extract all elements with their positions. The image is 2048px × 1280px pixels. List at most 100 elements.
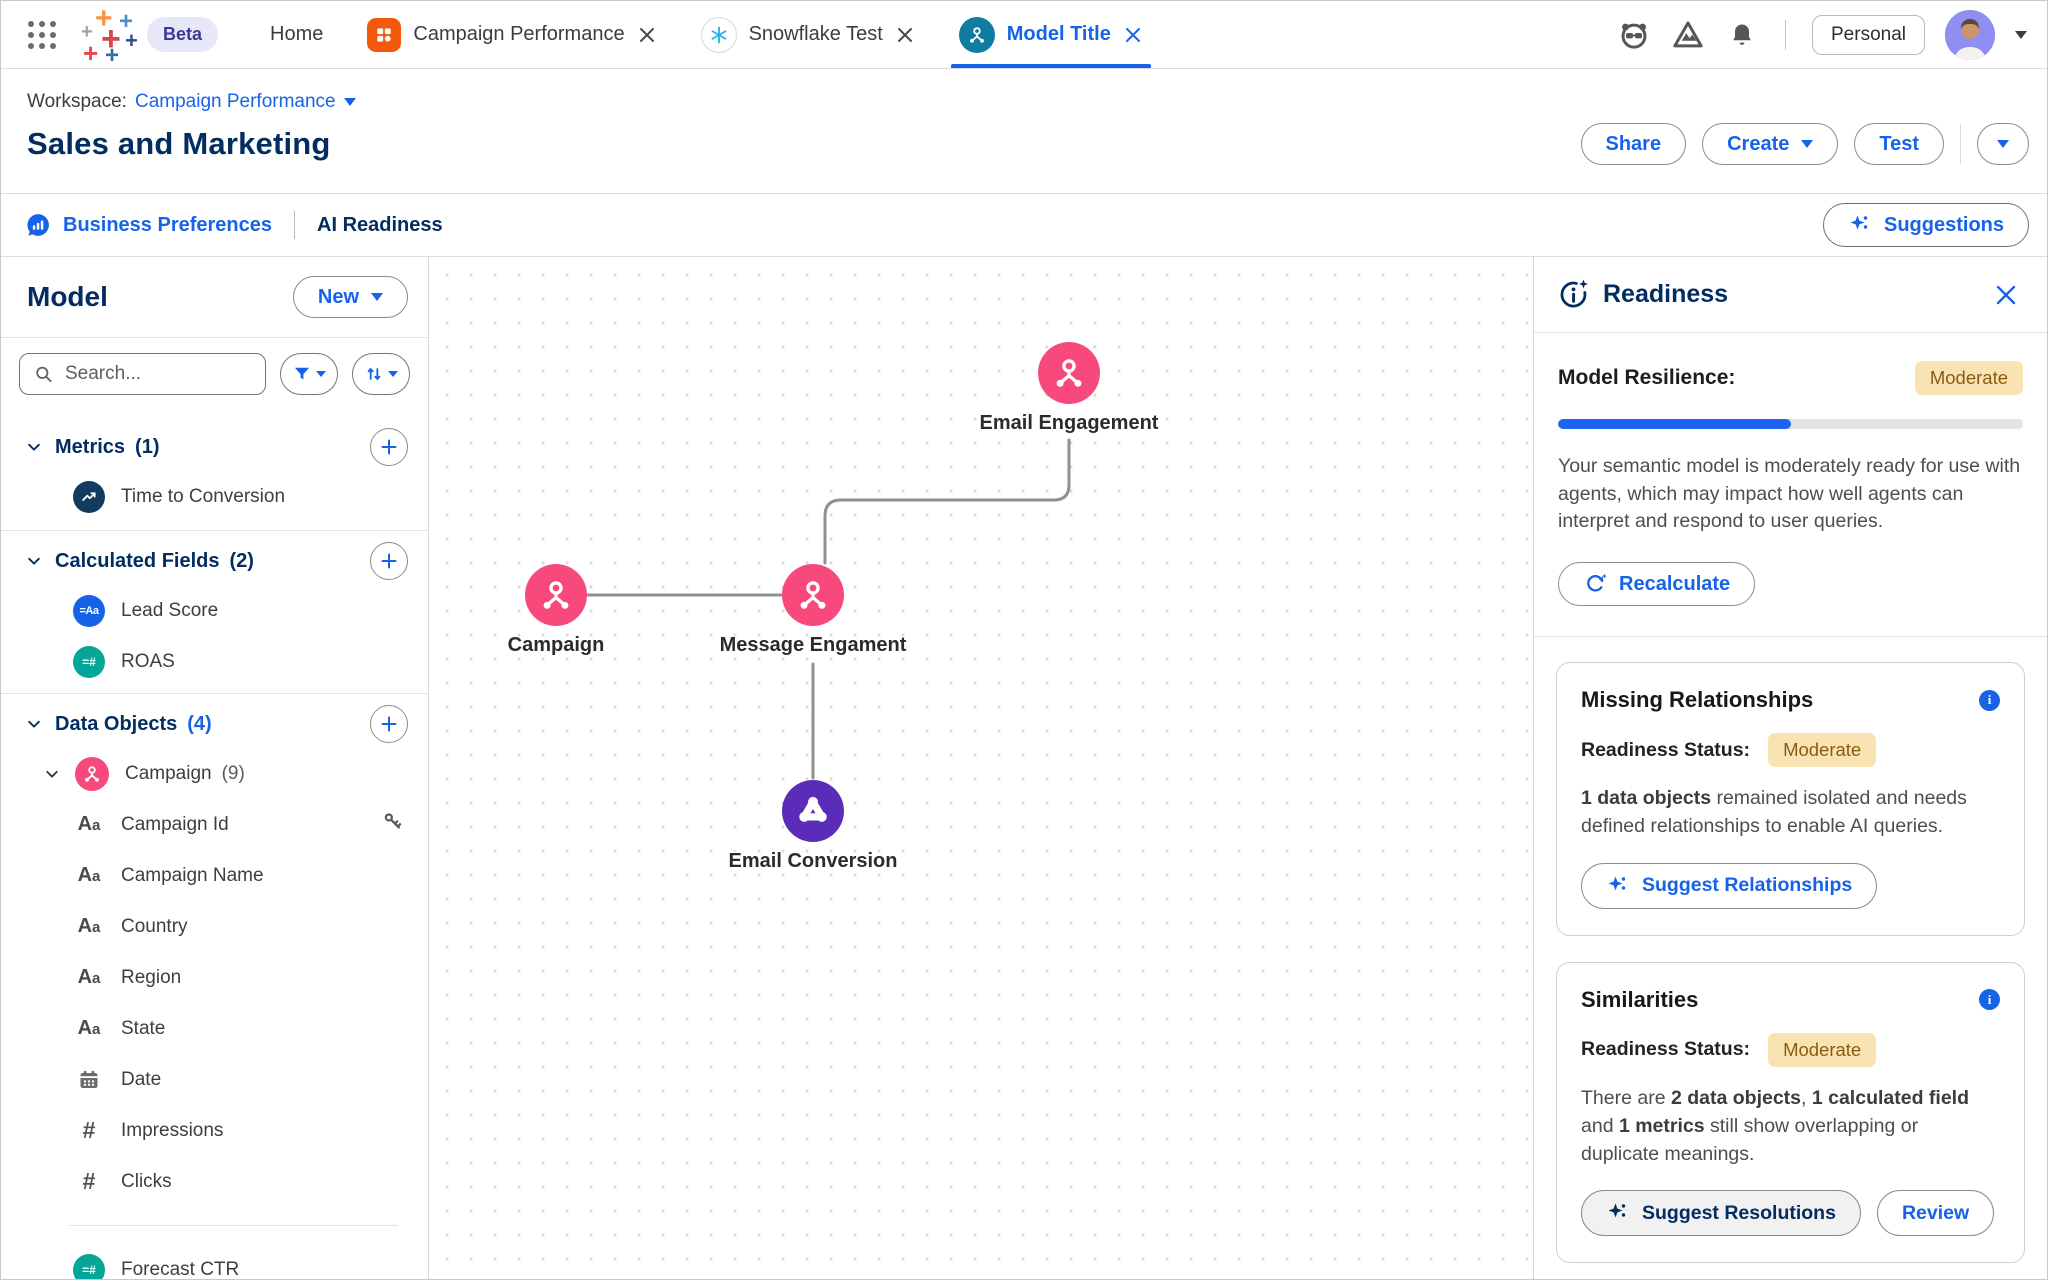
test-button-label: Test — [1879, 133, 1919, 156]
avatar[interactable] — [1945, 10, 1995, 60]
filter-button[interactable] — [280, 353, 338, 395]
review-button-label: Review — [1902, 1202, 1969, 1225]
ai-readiness-label: AI Readiness — [317, 214, 443, 237]
chevron-down-icon[interactable] — [27, 554, 41, 568]
chevron-down-icon[interactable] — [45, 767, 59, 781]
calculated-fields-section-label: Calculated Fields — [55, 550, 220, 573]
field-label: State — [121, 1018, 165, 1040]
agentforce-mascot-icon[interactable] — [1617, 18, 1651, 52]
add-calculated-field-button[interactable] — [370, 542, 408, 580]
sidebar-search-row — [1, 338, 428, 409]
ai-readiness-link[interactable]: AI Readiness — [317, 214, 443, 237]
node-campaign[interactable]: Campaign — [446, 564, 666, 657]
field-label: Country — [121, 916, 188, 938]
notifications-bell-icon[interactable] — [1725, 18, 1759, 52]
test-button[interactable]: Test — [1854, 123, 1944, 165]
field-label: Region — [121, 967, 181, 989]
node-label: Message Engament — [720, 634, 907, 657]
model-tab-icon — [959, 17, 995, 53]
search-input[interactable] — [63, 362, 251, 386]
tab-home[interactable]: Home — [270, 1, 323, 68]
divider — [1, 530, 428, 531]
sort-button[interactable] — [352, 353, 410, 395]
metric-icon — [73, 481, 105, 513]
resilience-description: Your semantic model is moderately ready … — [1558, 453, 2023, 536]
suggest-resolutions-button[interactable]: Suggest Resolutions — [1581, 1190, 1861, 1236]
node-message-engament[interactable]: Message Engament — [703, 564, 923, 657]
data-object-campaign[interactable]: Campaign (9) — [1, 748, 428, 799]
list-item-label: ROAS — [121, 651, 175, 673]
field-country[interactable]: Aa Country — [1, 901, 428, 952]
model-canvas[interactable]: Email Engagement Campaign Message Engame… — [429, 257, 1533, 1279]
add-metric-button[interactable] — [370, 428, 408, 466]
create-button[interactable]: Create — [1702, 123, 1838, 165]
add-data-object-button[interactable] — [370, 705, 408, 743]
tableau-logo-mark: + + + + + + + — [79, 8, 141, 62]
suggestions-button[interactable]: Suggestions — [1823, 203, 2029, 247]
list-item-time-to-conversion[interactable]: Time to Conversion — [1, 471, 428, 522]
review-button[interactable]: Review — [1877, 1190, 1994, 1236]
field-label: Clicks — [121, 1171, 172, 1193]
card-body-strong: 1 data objects — [1581, 787, 1711, 809]
trailhead-icon[interactable] — [1671, 18, 1705, 52]
sort-arrows-icon — [364, 364, 384, 384]
top-tabs: Home Campaign Performance Snowflake Test — [270, 1, 1143, 68]
info-icon[interactable]: i — [1979, 989, 2000, 1010]
list-item-forecast-ctr[interactable]: =# Forecast CTR — [1, 1244, 428, 1279]
more-actions-chevron-down-icon — [1997, 140, 2009, 148]
model-resilience-label: Model Resilience: — [1558, 366, 1735, 390]
sort-chevron-down-icon — [388, 371, 398, 377]
card-body-strong: 2 data objects — [1671, 1087, 1801, 1109]
field-campaign-name[interactable]: Aa Campaign Name — [1, 850, 428, 901]
primary-key-icon — [381, 810, 404, 839]
app-window: + + + + + + + Beta Home Campaign Perform… — [0, 0, 2048, 1280]
suggest-relationships-button[interactable]: Suggest Relationships — [1581, 863, 1877, 909]
tab-campaign-performance[interactable]: Campaign Performance — [367, 1, 656, 68]
tab-model-title[interactable]: Model Title — [959, 1, 1143, 68]
page-title: Sales and Marketing — [27, 126, 331, 162]
new-button[interactable]: New — [293, 276, 408, 318]
workspace-chevron-down-icon[interactable] — [344, 98, 356, 106]
field-clicks[interactable]: # Clicks — [1, 1156, 428, 1207]
filter-funnel-icon — [292, 364, 312, 384]
node-email-conversion[interactable]: Email Conversion — [703, 780, 923, 873]
metrics-section-label: Metrics — [55, 436, 125, 459]
recalculate-button[interactable]: Recalculate — [1558, 562, 1755, 606]
personal-button[interactable]: Personal — [1812, 15, 1925, 55]
tab-snowflake-test[interactable]: Snowflake Test — [701, 1, 915, 68]
calculated-fields-section-header: Calculated Fields (2) — [1, 537, 428, 585]
field-region[interactable]: Aa Region — [1, 952, 428, 1003]
list-item-lead-score[interactable]: =Aa Lead Score — [1, 585, 428, 636]
beta-badge: Beta — [147, 17, 218, 52]
search-box[interactable] — [19, 353, 266, 395]
main-content: Model New — [1, 257, 2047, 1279]
suggestions-button-label: Suggestions — [1884, 214, 2004, 237]
field-state[interactable]: Aa State — [1, 1003, 428, 1054]
chevron-down-icon[interactable] — [27, 440, 41, 454]
card-body-strong: 1 metrics — [1619, 1115, 1705, 1137]
list-item-roas[interactable]: =# ROAS — [1, 636, 428, 687]
account-chevron-down-icon[interactable] — [2015, 31, 2027, 39]
more-actions-button[interactable] — [1977, 123, 2029, 165]
resilience-status-badge: Moderate — [1915, 361, 2023, 395]
close-panel-button[interactable] — [1989, 278, 2023, 312]
chevron-down-icon[interactable] — [27, 717, 41, 731]
app-launcher-icon[interactable] — [23, 16, 61, 54]
top-bar: + + + + + + + Beta Home Campaign Perform… — [1, 1, 2047, 69]
text-field-icon: Aa — [73, 966, 105, 989]
field-date[interactable]: Date — [1, 1054, 428, 1105]
node-email-engagement[interactable]: Email Engagement — [959, 342, 1179, 435]
field-campaign-id[interactable]: Aa Campaign Id — [1, 799, 428, 850]
close-icon[interactable] — [895, 25, 915, 45]
close-icon[interactable] — [637, 25, 657, 45]
share-button[interactable]: Share — [1581, 123, 1687, 165]
close-icon[interactable] — [1123, 25, 1143, 45]
tableau-logo[interactable]: + + + + + + + Beta — [79, 8, 218, 62]
workspace-name-link[interactable]: Campaign Performance — [135, 91, 336, 113]
calculated-fields-count: (2) — [230, 550, 254, 573]
create-chevron-down-icon — [1801, 140, 1813, 148]
filter-chevron-down-icon — [316, 371, 326, 377]
business-preferences-link[interactable]: Business Preferences — [25, 212, 272, 238]
field-impressions[interactable]: # Impressions — [1, 1105, 428, 1156]
info-icon[interactable]: i — [1979, 690, 2000, 711]
